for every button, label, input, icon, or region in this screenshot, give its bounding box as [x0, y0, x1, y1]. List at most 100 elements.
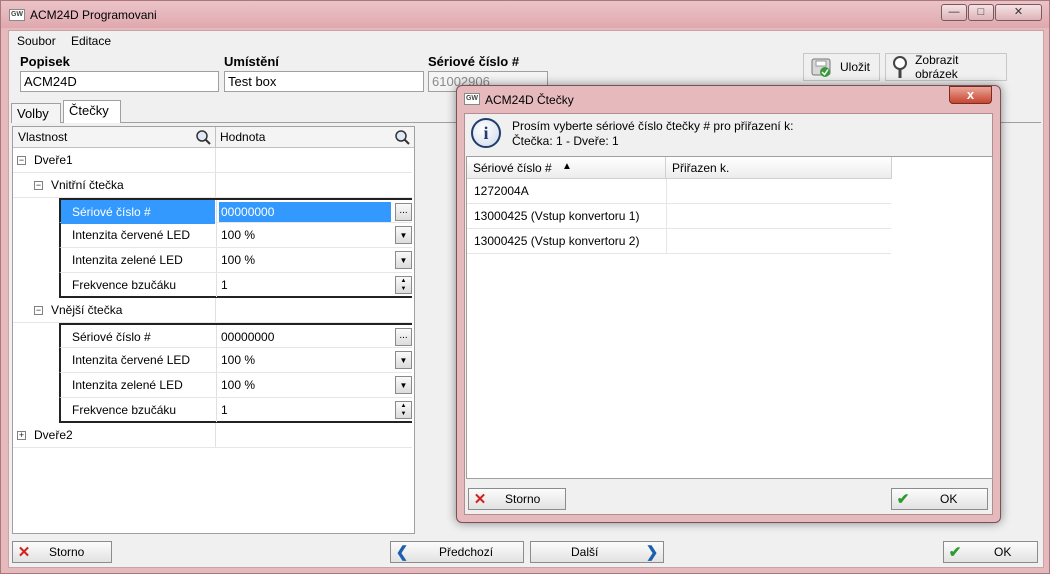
minimize-button[interactable]: — — [941, 4, 967, 21]
maximize-button[interactable]: □ — [968, 4, 994, 21]
dialog-ok-label: OK — [940, 492, 958, 506]
grid-row-inner-buzzer[interactable]: Frekvence bzučáku 1 ▲ ▼ — [59, 273, 412, 298]
dialog-storno-label: Storno — [505, 492, 541, 506]
ok-button[interactable]: ✔ OK — [943, 541, 1038, 563]
grid-row-outer-serial[interactable]: Sériové číslo # 00000000... — [59, 323, 412, 349]
spinner-icon[interactable]: ▲ ▼ — [395, 276, 412, 294]
dialog-message-line1: Prosím vyberte sériové číslo čtečky # pr… — [512, 119, 794, 133]
collapse-icon[interactable]: − — [17, 156, 26, 166]
list-item[interactable]: 1272004A — [467, 179, 891, 204]
dialog-ok-button[interactable]: ✔ OK — [891, 488, 988, 510]
row-label: Intenzita zelené LED — [72, 378, 183, 392]
app-icon: GW — [9, 9, 25, 21]
row-label: Vnější čtečka — [51, 303, 123, 317]
storno-button[interactable]: ✕ Storno — [12, 541, 112, 563]
serial-value-selected[interactable]: 00000000 — [219, 202, 391, 222]
storno-label: Storno — [49, 545, 85, 559]
row-value — [215, 423, 412, 447]
search-icon[interactable] — [394, 129, 410, 145]
grid-row-outer-green-led[interactable]: Intenzita zelené LED 100 % ▼ — [59, 373, 412, 398]
grid-row-inner-serial[interactable]: Sériové číslo # 00000000 ... — [59, 198, 414, 224]
column-header-assigned[interactable]: Přiřazen k. — [666, 157, 892, 179]
row-value — [215, 148, 412, 172]
list-item[interactable]: 13000425 (Vstup konvertoru 1) — [467, 204, 891, 229]
grid-row-outer-red-led[interactable]: Intenzita červené LED 100 % ▼ — [59, 348, 412, 373]
chevron-left-icon: ❮ — [395, 544, 409, 561]
save-label: Uložit — [840, 60, 871, 74]
grid-row-dvere1[interactable]: − Dveře1 — [13, 148, 412, 173]
grid-header: Vlastnost Hodnota — [13, 127, 414, 148]
row-label: Sériové číslo # — [61, 200, 215, 224]
grid-row-outer-buzzer[interactable]: Frekvence bzučáku 1 ▲ ▼ — [59, 398, 412, 423]
ellipsis-button[interactable]: ... — [395, 328, 412, 346]
grid-row-outer-reader[interactable]: − Vnější čtečka — [13, 298, 412, 323]
row-value: 100 % — [221, 228, 256, 242]
tab-ctecky[interactable]: Čtečky — [63, 100, 121, 123]
save-icon — [811, 58, 831, 77]
list-item[interactable]: 13000425 (Vstup konvertoru 2) — [467, 229, 891, 254]
dropdown-arrow-icon[interactable]: ▼ — [395, 226, 412, 244]
row-value: 100 % — [221, 378, 256, 392]
title-bar: GW ACM24D Programovani — □ ✕ — [1, 1, 1049, 28]
collapse-icon[interactable]: − — [34, 306, 43, 316]
row-label: Sériové číslo # — [72, 330, 151, 344]
spinner-icon[interactable]: ▲ ▼ — [395, 401, 412, 419]
grid-row-inner-green-led[interactable]: Intenzita zelené LED 100 % ▼ — [59, 248, 412, 273]
row-value[interactable]: 00000000 ... — [216, 200, 414, 224]
dialog-close-button[interactable]: x — [949, 86, 992, 104]
popisek-field[interactable]: ACM24D — [20, 71, 219, 92]
serial-list: Sériové číslo # ▲ Přiřazen k. 1272004A 1… — [466, 156, 993, 479]
checkmark-icon: ✔ — [896, 491, 910, 508]
umisteni-field[interactable]: Test box — [224, 71, 424, 92]
show-image-button[interactable]: Zobrazit obrázek — [885, 53, 1007, 81]
collapse-icon[interactable]: − — [34, 181, 43, 191]
menu-soubor[interactable]: Soubor — [17, 34, 56, 48]
row-label: Intenzita červené LED — [72, 353, 191, 367]
umisteni-label: Umístění — [224, 54, 279, 69]
dialog-client-area: i Prosím vyberte sériové číslo čtečky # … — [464, 113, 993, 515]
item-assigned — [666, 179, 891, 203]
row-value: 1 — [221, 403, 228, 417]
header-vlastnost[interactable]: Vlastnost — [18, 130, 67, 144]
row-value — [215, 298, 412, 322]
window-title: ACM24D Programovani — [30, 8, 157, 22]
dropdown-arrow-icon[interactable]: ▼ — [395, 251, 412, 269]
row-value — [215, 173, 412, 197]
row-value: 1 — [221, 278, 228, 292]
dialog-storno-button[interactable]: ✕ Storno — [468, 488, 566, 510]
grid-row-inner-reader[interactable]: − Vnitřní čtečka — [13, 173, 412, 198]
column-header-serial[interactable]: Sériové číslo # ▲ — [467, 157, 666, 179]
column-serial-label: Sériové číslo # — [473, 161, 552, 175]
dropdown-arrow-icon[interactable]: ▼ — [395, 351, 412, 369]
magnifier-icon — [893, 56, 907, 78]
next-label: Další — [571, 545, 599, 559]
search-icon[interactable] — [195, 129, 211, 145]
ellipsis-button[interactable]: ... — [395, 203, 412, 221]
row-value: 100 % — [221, 353, 256, 367]
menu-editace[interactable]: Editace — [71, 34, 111, 48]
previous-button[interactable]: ❮ Předchozí — [390, 541, 524, 563]
readers-dialog: GW ACM24D Čtečky x i Prosím vyberte séri… — [456, 85, 1001, 523]
dialog-message-line2: Čtečka: 1 - Dveře: 1 — [512, 134, 619, 148]
dropdown-arrow-icon[interactable]: ▼ — [395, 376, 412, 394]
close-button[interactable]: ✕ — [995, 4, 1042, 21]
column-assigned-label: Přiřazen k. — [672, 161, 730, 175]
item-assigned — [666, 204, 891, 228]
header-hodnota[interactable]: Hodnota — [220, 130, 265, 144]
row-label: Dveře1 — [34, 153, 73, 167]
tab-volby[interactable]: Volby — [11, 103, 61, 123]
save-button[interactable]: Uložit — [803, 53, 880, 81]
row-label: Intenzita červené LED — [72, 228, 191, 242]
checkmark-icon: ✔ — [948, 544, 962, 561]
expand-icon[interactable]: + — [17, 431, 26, 441]
grid-row-inner-red-led[interactable]: Intenzita červené LED 100 % ▼ — [59, 223, 412, 248]
row-label: Intenzita zelené LED — [72, 253, 183, 267]
row-label: Dveře2 — [34, 428, 73, 442]
row-label: Frekvence bzučáku — [72, 278, 177, 292]
grid-row-dvere2[interactable]: + Dveře2 — [13, 423, 412, 448]
next-button[interactable]: Další ❯ — [530, 541, 664, 563]
item-assigned — [666, 229, 891, 253]
item-serial: 13000425 (Vstup konvertoru 2) — [474, 234, 640, 248]
previous-label: Předchozí — [439, 545, 494, 559]
dialog-app-icon: GW — [464, 93, 480, 105]
